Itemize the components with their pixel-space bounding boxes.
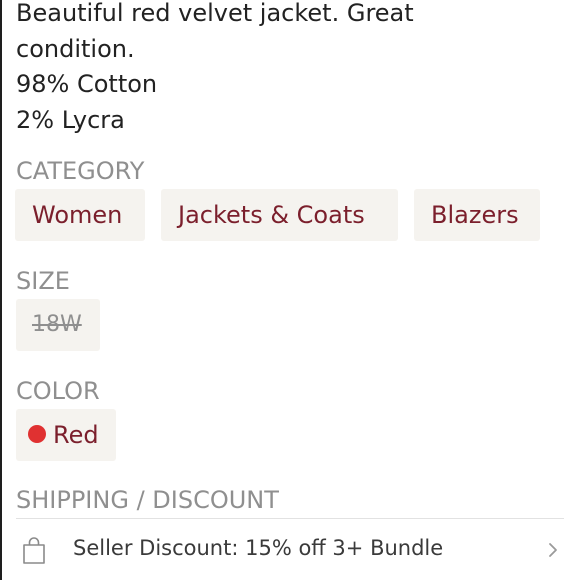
- chevron-right-icon[interactable]: [546, 541, 560, 559]
- seller-discount-row[interactable]: Seller Discount: 15% off 3+ Bundle: [0, 519, 580, 580]
- description-line: condition.: [16, 34, 135, 63]
- color-label: Red: [53, 421, 99, 449]
- color-heading: COLOR: [16, 377, 100, 405]
- category-tag-blazers[interactable]: Blazers: [414, 189, 540, 241]
- color-swatch: [28, 424, 46, 443]
- size-heading: SIZE: [16, 267, 70, 295]
- color-tag[interactable]: Red: [16, 409, 116, 461]
- category-heading: CATEGORY: [16, 157, 145, 185]
- category-tag-jackets-coats[interactable]: Jackets & Coats: [161, 189, 398, 241]
- seller-discount-text: Seller Discount: 15% off 3+ Bundle: [73, 536, 444, 560]
- listing-details: Beautiful red velvet jacket. Great condi…: [0, 0, 580, 580]
- size-tag: 18W: [16, 299, 100, 351]
- shopping-bag-icon: [23, 537, 45, 564]
- description-line: 98% Cotton: [16, 70, 158, 98]
- listing-description: Beautiful red velvet jacket. Great condi…: [16, 0, 561, 138]
- left-border: [0, 0, 2, 580]
- description-line: Beautiful red velvet jacket. Great: [16, 0, 414, 27]
- category-tag-women[interactable]: Women: [15, 189, 145, 241]
- shipping-discount-heading: SHIPPING / DISCOUNT: [16, 486, 279, 514]
- description-line: 2% Lycra: [16, 105, 125, 134]
